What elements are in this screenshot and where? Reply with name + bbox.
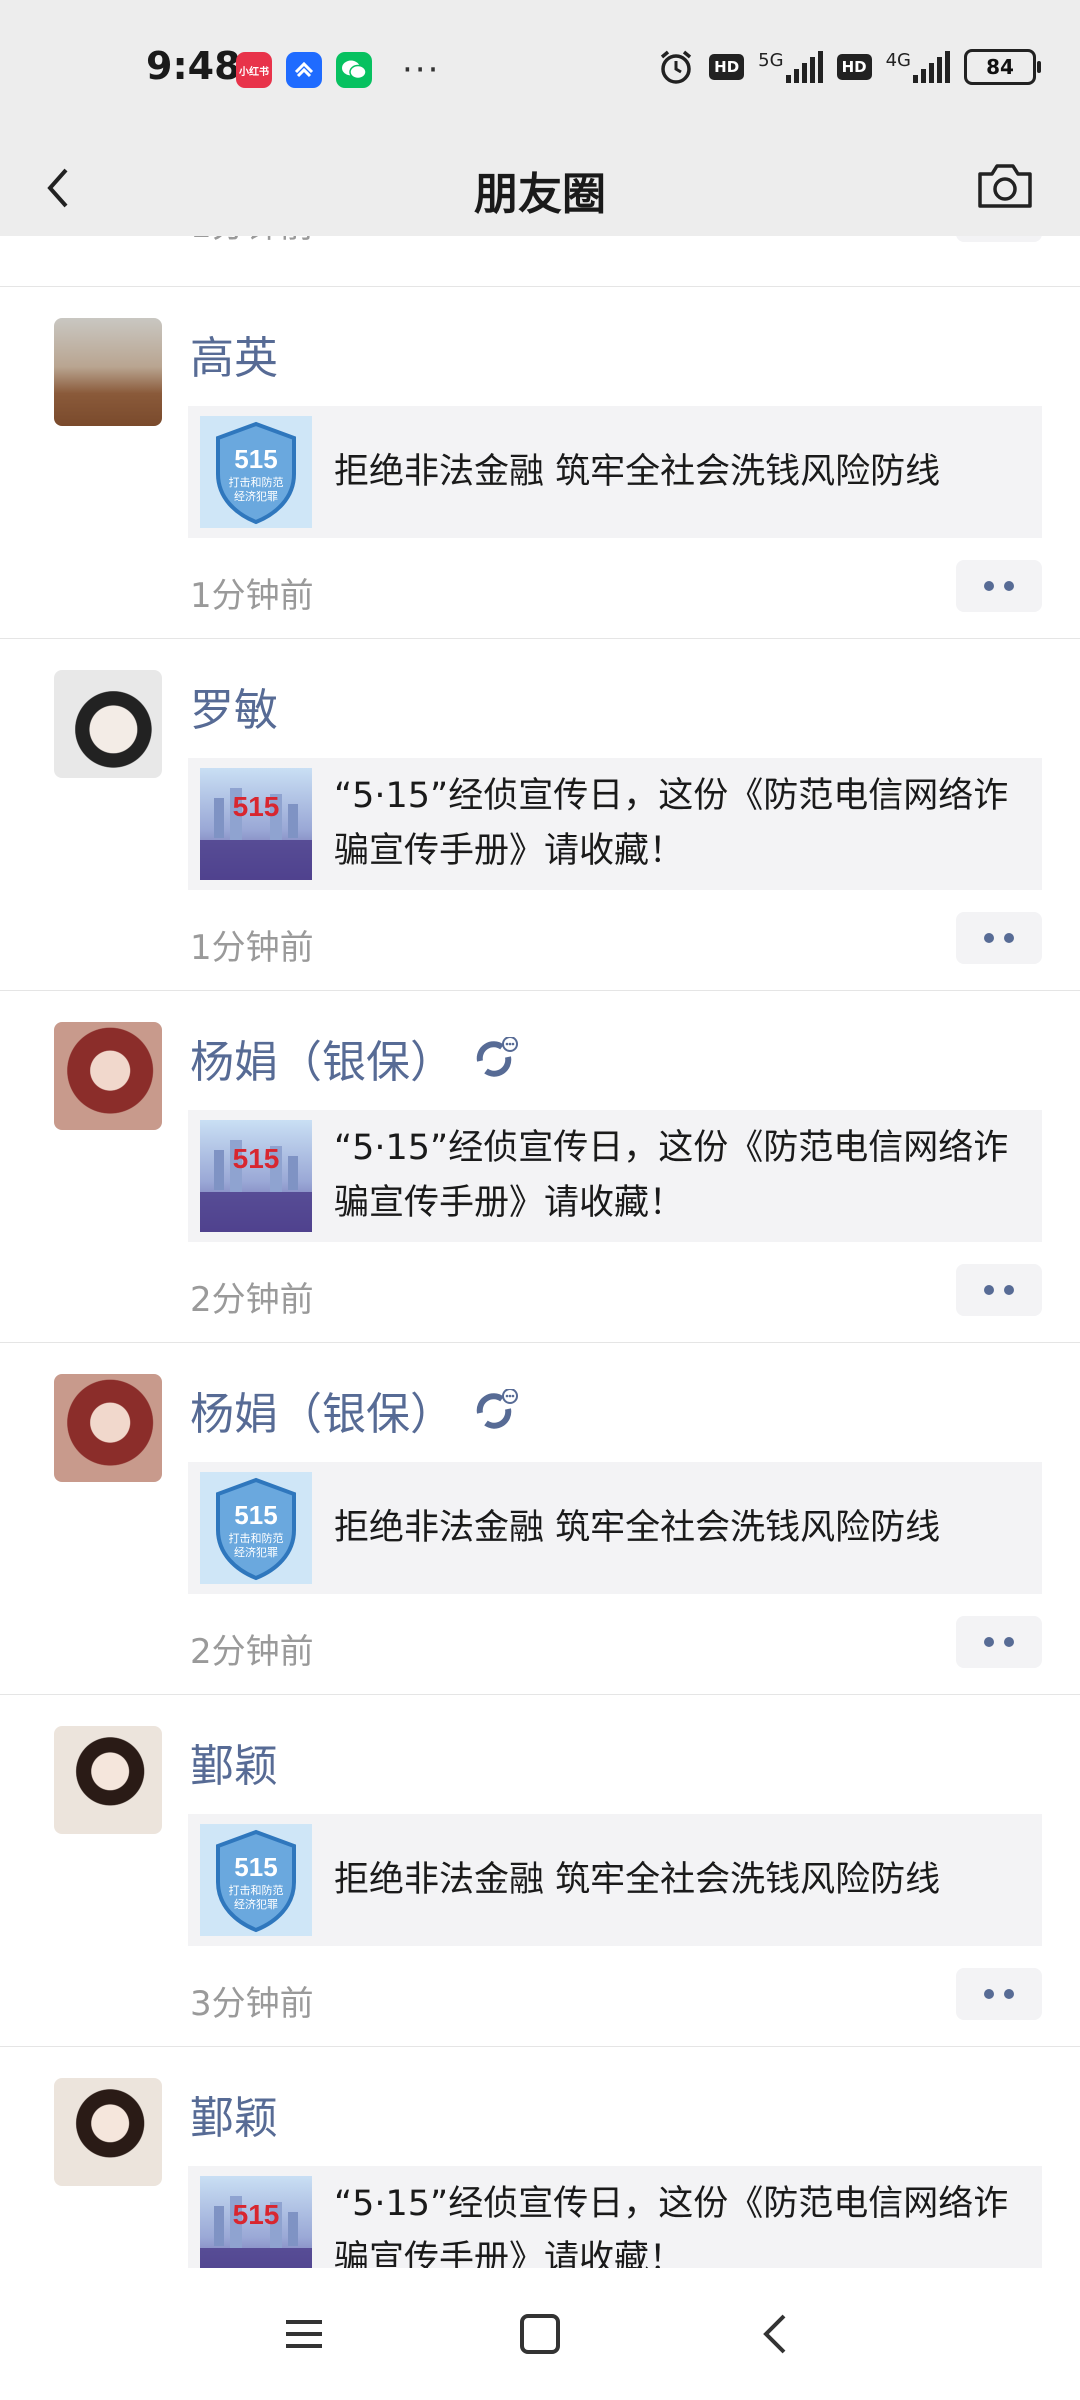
shield-number: 515 xyxy=(234,444,277,474)
feed-post: 杨娟（银保） 515 “5·15”经侦宣传日，这份《防范电信网络诈骗宣传手册》请收藏… xyxy=(0,990,1080,1343)
shared-link-card[interactable]: 515 打击和防范 经济犯罪 拒绝非法金融 筑牢全社会洗钱风险防线 xyxy=(188,406,1042,538)
post-time: 3分钟前 xyxy=(190,1984,314,2024)
campaign-thumbnail: 515 xyxy=(200,768,312,880)
post-author-name[interactable]: 鄞颖 xyxy=(190,1730,278,1794)
feed-post: 鄞颖 515 “5·15”经侦宣传日，这份《防范电信网络诈骗宣传手册》请收藏！ xyxy=(0,2046,1080,2268)
post-time: 1分钟前 xyxy=(190,928,314,968)
feed-post: 罗敏 515 “5·15”经侦宣传日，这份《防范电信网络诈骗宣传手册》请收藏！ 1分钟… xyxy=(0,638,1080,991)
feed-post: 鄞颖 515 打击和防范 经济犯罪 拒绝非法金融 筑牢全社会洗钱风险防线 3分钟前 xyxy=(0,1694,1080,2047)
shield-line2: 经济犯罪 xyxy=(234,489,278,503)
author-name-text: 鄞颖 xyxy=(190,1741,278,1792)
post-time: 1分钟前 xyxy=(190,236,314,247)
campaign-thumbnail: 515 xyxy=(200,1120,312,1232)
post-more-button[interactable] xyxy=(956,560,1042,612)
post-more-button[interactable] xyxy=(956,1264,1042,1316)
hd-badge: HD xyxy=(836,54,872,80)
wechat-icon xyxy=(336,52,372,88)
shield-line1: 打击和防范 xyxy=(229,1531,284,1545)
page-title: 朋友圈 xyxy=(474,169,606,220)
camera-button[interactable] xyxy=(974,156,1036,216)
status-app-icons: 小红书 ··· xyxy=(236,52,440,88)
shield-number: 515 xyxy=(234,1500,277,1530)
campaign-number: 515 xyxy=(233,791,280,822)
avatar[interactable] xyxy=(54,670,162,778)
shared-link-card[interactable]: 515 “5·15”经侦宣传日，这份《防范电信网络诈骗宣传手册》请收藏！ xyxy=(188,2166,1042,2268)
author-name-text: 杨娟（银保） xyxy=(190,1389,454,1440)
status-icon xyxy=(476,1389,518,1429)
shield-line2: 经济犯罪 xyxy=(234,1897,278,1911)
status-bar: 9:48 小红书 ··· HD 5G HD 4G 84 xyxy=(0,0,1080,140)
shield-thumbnail: 515 打击和防范 经济犯罪 xyxy=(200,1824,312,1936)
author-name-text: 鄞颖 xyxy=(190,2093,278,2144)
post-author-name[interactable]: 高英 xyxy=(190,322,278,386)
feed-post-partial: 1分钟前 xyxy=(0,236,1080,287)
card-title: 拒绝非法金融 筑牢全社会洗钱风险防线 xyxy=(334,1859,941,1900)
post-author-name[interactable]: 鄞颖 xyxy=(190,2082,278,2146)
avatar[interactable] xyxy=(54,1374,162,1482)
card-title: 拒绝非法金融 筑牢全社会洗钱风险防线 xyxy=(334,451,941,492)
shield-thumbnail: 515 打击和防范 经济犯罪 xyxy=(200,1472,312,1584)
shield-line1: 打击和防范 xyxy=(229,475,284,489)
status-time: 9:48 xyxy=(146,44,241,88)
status-icon xyxy=(476,1037,518,1077)
avatar[interactable] xyxy=(54,2078,162,2186)
post-more-button[interactable] xyxy=(956,912,1042,964)
author-name-text: 杨娟（银保） xyxy=(190,1037,454,1088)
card-title: “5·15”经侦宣传日，这份《防范电信网络诈骗宣传手册》请收藏！ xyxy=(334,2184,1009,2268)
avatar[interactable] xyxy=(54,318,162,426)
post-time: 2分钟前 xyxy=(190,1280,314,1320)
signal-icon xyxy=(913,51,950,83)
feed-post: 杨娟（银保） 515 打击和防范 经济犯罪 拒绝非法金融 筑牢全社会洗钱风险防线 2分钟前 xyxy=(0,1342,1080,1695)
moments-feed[interactable]: 1分钟前 高英515打击和防范经济犯罪拒绝非法金融 筑牢全社会洗钱风险防线1分钟… xyxy=(0,236,1080,2268)
network-type-label: 4G xyxy=(885,50,911,71)
more-notifications-icon: ··· xyxy=(402,50,441,90)
avatar[interactable] xyxy=(54,1022,162,1130)
nav-bar: 朋友圈 xyxy=(0,140,1080,236)
system-nav-bar xyxy=(0,2268,1080,2400)
xiaohongshu-icon: 小红书 xyxy=(236,52,272,88)
card-title: 拒绝非法金融 筑牢全社会洗钱风险防线 xyxy=(334,1507,941,1548)
shield-line1: 打击和防范 xyxy=(229,1883,284,1897)
shared-link-card[interactable]: 515 “5·15”经侦宣传日，这份《防范电信网络诈骗宣传手册》请收藏！ xyxy=(188,1110,1042,1242)
campaign-thumbnail: 515 xyxy=(200,2176,312,2268)
alarm-icon xyxy=(661,50,692,84)
card-title: “5·15”经侦宣传日，这份《防范电信网络诈骗宣传手册》请收藏！ xyxy=(334,1128,1009,1223)
post-more-button[interactable] xyxy=(956,1616,1042,1668)
shared-link-card[interactable]: 515 打击和防范 经济犯罪 拒绝非法金融 筑牢全社会洗钱风险防线 xyxy=(188,1814,1042,1946)
menu-icon[interactable] xyxy=(274,2304,334,2364)
campaign-number: 515 xyxy=(233,1143,280,1174)
app-blue-icon xyxy=(286,52,322,88)
post-more-button[interactable] xyxy=(956,1968,1042,2020)
shield-line2: 经济犯罪 xyxy=(234,1545,278,1559)
shield-number: 515 xyxy=(234,1852,277,1882)
back-nav-icon[interactable] xyxy=(746,2304,806,2364)
shield-thumbnail: 515 打击和防范 经济犯罪 xyxy=(200,416,312,528)
status-indicators: HD 5G HD 4G 84 xyxy=(657,48,1041,86)
author-name-text: 高英 xyxy=(190,333,278,384)
feed-post: 高英 515 打击和防范 经济犯罪 拒绝非法金融 筑牢全社会洗钱风险防线 1分钟前 xyxy=(0,286,1080,639)
hd-badge: HD xyxy=(709,54,745,80)
post-time: 1分钟前 xyxy=(190,576,314,616)
campaign-number: 515 xyxy=(233,2199,280,2230)
avatar[interactable] xyxy=(54,1726,162,1834)
network-type-label: 5G xyxy=(758,50,784,71)
post-more-button[interactable] xyxy=(956,236,1042,242)
home-icon[interactable] xyxy=(510,2304,570,2364)
post-author-name[interactable]: 杨娟（银保） xyxy=(190,1026,520,1090)
post-time: 2分钟前 xyxy=(190,1632,314,1672)
post-author-name[interactable]: 罗敏 xyxy=(190,674,278,738)
post-author-name[interactable]: 杨娟（银保） xyxy=(190,1378,520,1442)
author-name-text: 罗敏 xyxy=(190,685,278,736)
battery-indicator: 84 xyxy=(964,49,1041,85)
shared-link-card[interactable]: 515 “5·15”经侦宣传日，这份《防范电信网络诈骗宣传手册》请收藏！ xyxy=(188,758,1042,890)
card-title: “5·15”经侦宣传日，这份《防范电信网络诈骗宣传手册》请收藏！ xyxy=(334,776,1009,871)
shared-link-card[interactable]: 515 打击和防范 经济犯罪 拒绝非法金融 筑牢全社会洗钱风险防线 xyxy=(188,1462,1042,1594)
signal-icon xyxy=(785,51,823,83)
